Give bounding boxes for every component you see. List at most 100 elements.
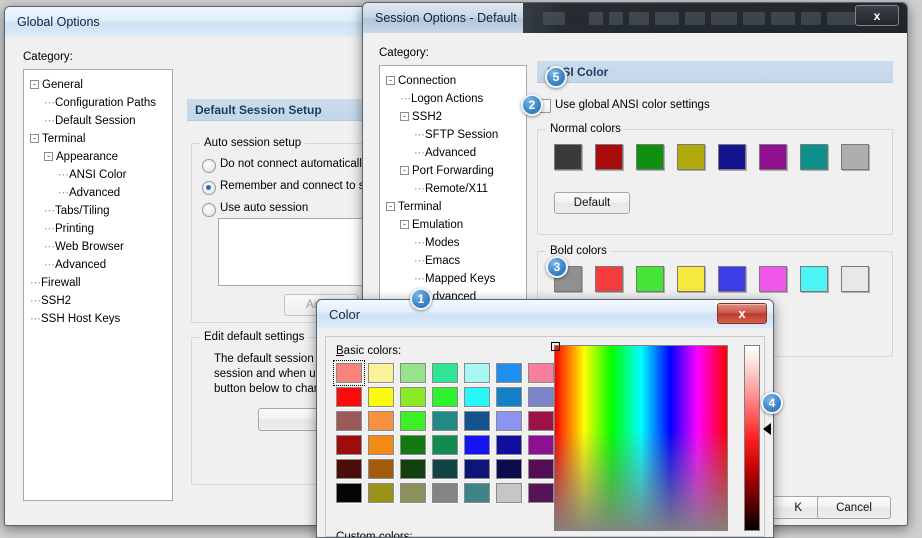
color-dialog-close-button[interactable]: x <box>717 303 767 324</box>
basic-colors-grid[interactable] <box>333 360 586 503</box>
basic-color-cell[interactable] <box>528 435 554 455</box>
tree-item[interactable]: - Terminal <box>30 130 168 148</box>
basic-color-cell[interactable] <box>528 387 554 407</box>
tree-item[interactable]: - Emulation <box>386 216 522 234</box>
normal-color-swatch[interactable] <box>595 144 623 170</box>
basic-color-cell[interactable] <box>336 459 362 479</box>
tree-item[interactable]: - Connection <box>386 72 522 90</box>
auto-session-radio[interactable]: Do not connect automatically on <box>202 156 385 173</box>
basic-color-cell[interactable] <box>528 459 554 479</box>
basic-color-cell[interactable] <box>496 363 522 383</box>
basic-color-cell[interactable] <box>432 363 458 383</box>
basic-color-cell[interactable] <box>368 411 394 431</box>
tree-item[interactable]: ⋯Advanced <box>30 184 168 202</box>
tree-item[interactable]: ⋯Configuration Paths <box>30 94 168 112</box>
tree-expander-icon[interactable]: - <box>30 80 39 90</box>
bold-color-swatch[interactable] <box>800 266 828 292</box>
basic-color-cell[interactable] <box>400 435 426 455</box>
tree-item[interactable]: -Appearance <box>30 148 168 166</box>
basic-color-cell[interactable] <box>368 363 394 383</box>
basic-color-cell[interactable] <box>496 435 522 455</box>
tree-item[interactable]: ⋯ANSI Color <box>30 166 168 184</box>
basic-color-cell[interactable] <box>368 459 394 479</box>
tree-item[interactable]: ⋯SSH Host Keys <box>30 310 168 328</box>
normal-color-swatch[interactable] <box>554 144 582 170</box>
luminance-slider-arrow[interactable] <box>763 423 771 435</box>
basic-color-cell[interactable] <box>400 387 426 407</box>
basic-color-cell[interactable] <box>464 483 490 503</box>
bold-color-swatch[interactable] <box>595 266 623 292</box>
basic-color-cell[interactable] <box>432 435 458 455</box>
basic-color-cell[interactable] <box>528 483 554 503</box>
tree-item[interactable]: - Port Forwarding <box>386 162 522 180</box>
bold-color-swatch[interactable] <box>718 266 746 292</box>
basic-color-cell[interactable] <box>496 387 522 407</box>
luminance-slider[interactable] <box>744 345 760 531</box>
basic-color-cell[interactable] <box>432 387 458 407</box>
gradient-cursor[interactable] <box>551 342 560 351</box>
basic-color-cell[interactable] <box>464 435 490 455</box>
tree-expander-icon[interactable]: - <box>30 134 39 144</box>
tree-item[interactable]: ⋯Mapped Keys <box>386 270 522 288</box>
basic-color-cell[interactable] <box>432 459 458 479</box>
basic-color-cell[interactable] <box>336 483 362 503</box>
global-category-tree[interactable]: - General ⋯Configuration Paths ⋯Default Ses… <box>23 69 173 501</box>
tree-item[interactable]: ⋯Default Session <box>30 112 168 130</box>
basic-color-cell[interactable] <box>400 411 426 431</box>
bold-color-swatch[interactable] <box>759 266 787 292</box>
session-options-close-button[interactable]: x <box>855 5 899 26</box>
tree-item[interactable]: ⋯Firewall <box>30 274 168 292</box>
normal-color-swatch[interactable] <box>677 144 705 170</box>
session-category-tree[interactable]: - Connection ⋯Logon Actions - SSH2 ⋯SFTP Sess… <box>379 65 527 331</box>
tree-expander-icon[interactable]: - <box>386 76 395 86</box>
normal-color-swatch[interactable] <box>759 144 787 170</box>
tree-expander-icon[interactable]: - <box>44 152 53 162</box>
basic-color-cell[interactable] <box>432 483 458 503</box>
tree-item[interactable]: - Terminal <box>386 198 522 216</box>
tree-item[interactable]: ⋯SFTP Session <box>386 126 522 144</box>
color-gradient-field[interactable] <box>551 342 728 531</box>
bold-color-swatch[interactable] <box>841 266 869 292</box>
basic-color-cell[interactable] <box>528 363 554 383</box>
normal-color-swatch[interactable] <box>718 144 746 170</box>
basic-color-cell[interactable] <box>368 483 394 503</box>
tree-item[interactable]: ⋯Advanced <box>386 144 522 162</box>
tree-item[interactable]: ⋯Advanced <box>30 256 168 274</box>
basic-color-cell[interactable] <box>496 459 522 479</box>
tree-item[interactable]: ⋯SSH2 <box>30 292 168 310</box>
session-options-titlebar[interactable]: Session Options - Default x <box>363 3 907 33</box>
basic-color-cell[interactable] <box>336 411 362 431</box>
basic-color-cell[interactable] <box>336 435 362 455</box>
bold-color-swatch[interactable] <box>677 266 705 292</box>
bold-color-swatch[interactable] <box>636 266 664 292</box>
basic-color-cell[interactable] <box>432 411 458 431</box>
tree-item[interactable]: ⋯Remote/X11 <box>386 180 522 198</box>
basic-color-cell[interactable] <box>528 411 554 431</box>
tree-item[interactable]: ⋯Modes <box>386 234 522 252</box>
auto-session-radio[interactable]: Use auto session <box>202 200 385 217</box>
tree-item[interactable]: ⋯Printing <box>30 220 168 238</box>
basic-color-cell[interactable] <box>496 411 522 431</box>
normal-default-button[interactable]: Default <box>554 192 630 214</box>
color-dialog-titlebar[interactable]: Color x <box>317 300 773 328</box>
normal-color-swatch[interactable] <box>636 144 664 170</box>
cancel-button[interactable]: Cancel <box>817 496 891 519</box>
basic-color-cell[interactable] <box>368 435 394 455</box>
tree-item[interactable]: ⋯Logon Actions <box>386 90 522 108</box>
tree-item[interactable]: - SSH2 <box>386 108 522 126</box>
normal-color-swatch[interactable] <box>800 144 828 170</box>
basic-color-cell[interactable] <box>464 459 490 479</box>
basic-color-cell[interactable] <box>400 363 426 383</box>
tree-expander-icon[interactable]: - <box>400 220 409 230</box>
basic-color-cell[interactable] <box>400 459 426 479</box>
tree-expander-icon[interactable]: - <box>400 112 409 122</box>
basic-color-cell[interactable] <box>496 483 522 503</box>
basic-color-cell[interactable] <box>464 387 490 407</box>
auto-session-radio[interactable]: Remember and connect to sessi <box>202 178 385 195</box>
normal-color-swatch[interactable] <box>841 144 869 170</box>
color-dialog-window[interactable]: Color x BBasic colors:asic colors: Custo… <box>316 299 774 538</box>
use-global-ansi-checkbox[interactable]: Use global ANSI color settings <box>537 97 710 113</box>
basic-color-cell[interactable] <box>464 363 490 383</box>
tree-expander-icon[interactable]: - <box>386 202 395 212</box>
tree-item[interactable]: ⋯Emacs <box>386 252 522 270</box>
